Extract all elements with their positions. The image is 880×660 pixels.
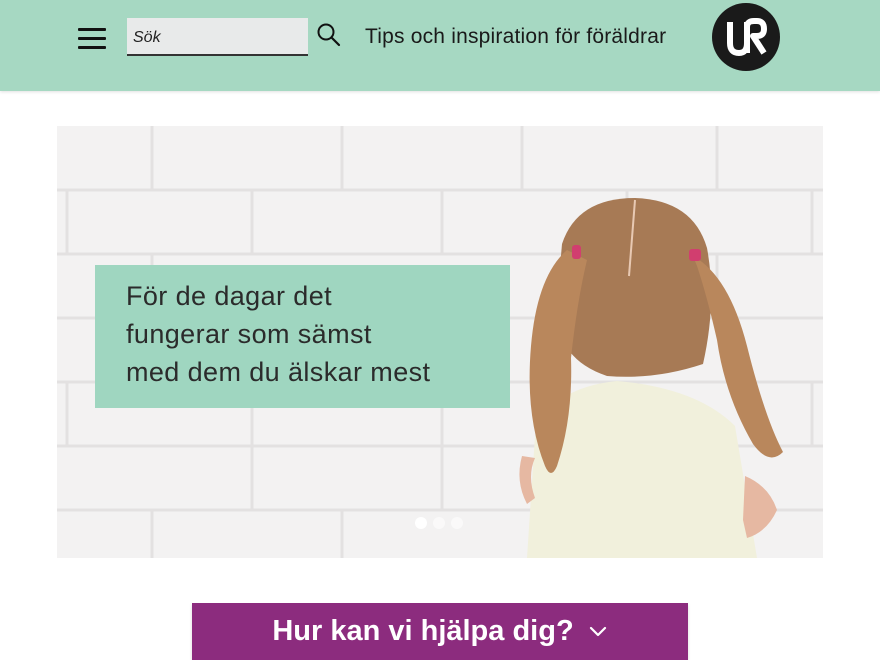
hero-text-box: För de dagar det fungerar som sämst med …: [95, 265, 510, 408]
chevron-down-icon: [589, 626, 606, 636]
hamburger-icon-bar: [78, 46, 106, 49]
carousel-dots: [415, 517, 463, 529]
hero-headline-line: med dem du älskar mest: [126, 357, 431, 387]
carousel-dot-3[interactable]: [451, 517, 463, 529]
ur-logo-mark: [727, 18, 767, 57]
hamburger-icon-bar: [78, 28, 106, 31]
hero-headline-line: För de dagar det: [126, 281, 333, 311]
search-icon: [317, 23, 341, 47]
hero-carousel[interactable]: För de dagar det fungerar som sämst med …: [57, 126, 823, 558]
carousel-dot-2[interactable]: [433, 517, 445, 529]
search-input[interactable]: [127, 18, 308, 56]
menu-button[interactable]: [78, 28, 106, 50]
search-button[interactable]: [316, 22, 342, 48]
carousel-dot-1[interactable]: [415, 517, 427, 529]
ur-logo[interactable]: [712, 3, 780, 71]
hamburger-icon-bar: [78, 37, 106, 40]
help-dropdown-button[interactable]: Hur kan vi hjälpa dig?: [192, 603, 688, 660]
hero-headline-line: fungerar som sämst: [126, 319, 372, 349]
site-header: Tips och inspiration för föräldrar: [0, 0, 880, 91]
site-tagline: Tips och inspiration för föräldrar: [365, 25, 667, 48]
help-button-label: Hur kan vi hjälpa dig?: [272, 615, 574, 647]
